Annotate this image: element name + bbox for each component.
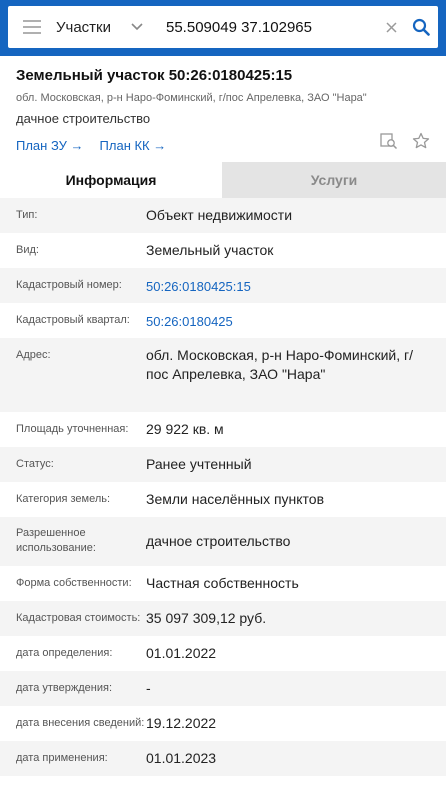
row-kind: Вид: Земельный участок	[0, 233, 446, 268]
row-status: Статус: Ранее учтенный	[0, 447, 446, 482]
row-value: 19.12.2022	[146, 715, 217, 731]
row-key: Кадастровый квартал:	[16, 314, 130, 326]
row-cadastral-number: Кадастровый номер: 50:26:0180425:15	[0, 268, 446, 303]
row-date-approved: дата утверждения: -	[0, 671, 446, 706]
row-key: дата применения:	[16, 752, 108, 764]
top-bar: Участки 55.509049 37.102965	[0, 0, 446, 56]
row-date-applied: дата применения: 01.01.2023	[0, 741, 446, 776]
row-value: дачное строительство	[146, 533, 291, 549]
parcel-links: План ЗУ → План КК →	[16, 136, 430, 154]
parcel-summary: Земельный участок 50:26:0180425:15 обл. …	[0, 56, 446, 162]
plan-kk-link[interactable]: План КК →	[100, 138, 167, 153]
cadastral-quarter-link[interactable]: 50:26:0180425	[146, 312, 446, 331]
row-cadastral-quarter: Кадастровый квартал: 50:26:0180425	[0, 303, 446, 338]
row-key: Кадастровый номер:	[16, 279, 122, 291]
row-key: Адрес:	[16, 349, 51, 361]
star-icon[interactable]	[412, 132, 430, 150]
row-key: Форма собственности:	[16, 577, 132, 589]
row-type: Тип: Объект недвижимости	[0, 198, 446, 233]
clear-icon[interactable]	[378, 6, 404, 48]
row-key: дата утверждения:	[16, 682, 113, 694]
tabs: Информация Услуги	[0, 162, 446, 198]
row-key: Тип:	[16, 209, 38, 221]
search-type-label: Участки	[56, 18, 111, 36]
row-cadastral-value: Кадастровая стоимость: 35 097 309,12 руб…	[0, 601, 446, 636]
row-value: Объект недвижимости	[146, 207, 293, 223]
tab-info[interactable]: Информация	[0, 162, 222, 198]
row-value: Частная собственность	[146, 575, 299, 591]
parcel-title: Земельный участок 50:26:0180425:15	[16, 67, 293, 84]
row-value: 01.01.2023	[146, 750, 217, 766]
zoom-to-icon[interactable]	[380, 132, 398, 150]
row-ownership: Форма собственности: Частная собственнос…	[0, 566, 446, 601]
row-address: Адрес: обл. Московская, р-н Наро-Фоминск…	[0, 338, 446, 412]
parcel-use: дачное строительство	[16, 111, 151, 126]
row-value: -	[146, 680, 151, 696]
row-key: Кадастровая стоимость:	[16, 612, 141, 624]
row-key: Разрешенное использование:	[16, 527, 96, 554]
search-type-select[interactable]: Участки	[56, 6, 160, 48]
row-value: 35 097 309,12 руб.	[146, 610, 267, 626]
parcel-actions	[380, 132, 430, 150]
row-value: Земельный участок	[146, 242, 274, 258]
chevron-down-icon	[131, 23, 143, 31]
row-value: обл. Московская, р-н Наро-Фоминский, г/п…	[146, 347, 414, 382]
info-table: Тип: Объект недвижимости Вид: Земельный …	[0, 198, 446, 776]
row-date-entered: дата внесения сведений: 19.12.2022	[0, 706, 446, 741]
search-input[interactable]: 55.509049 37.102965	[160, 19, 378, 36]
search-icon[interactable]	[404, 6, 438, 48]
row-permitted-use: Разрешенное использование: дачное строит…	[0, 517, 446, 566]
plan-zu-link[interactable]: План ЗУ →	[16, 138, 84, 153]
row-key: Вид:	[16, 244, 39, 256]
row-value: 01.01.2022	[146, 645, 217, 661]
search-box: Участки 55.509049 37.102965	[8, 6, 438, 48]
menu-icon[interactable]	[8, 6, 56, 48]
row-value: Ранее учтенный	[146, 456, 252, 472]
cadastral-number-link[interactable]: 50:26:0180425:15	[146, 277, 446, 296]
row-date-determined: дата определения: 01.01.2022	[0, 636, 446, 671]
row-land-category: Категория земель: Земли населённых пункт…	[0, 482, 446, 517]
row-value: Земли населённых пунктов	[146, 491, 325, 507]
row-key: дата определения:	[16, 647, 113, 659]
parcel-address: обл. Московская, р-н Наро-Фоминский, г/п…	[16, 92, 367, 104]
row-key: Статус:	[16, 458, 54, 470]
tab-services[interactable]: Услуги	[222, 162, 446, 198]
row-key: Площадь уточненная:	[16, 423, 129, 435]
row-area: Площадь уточненная: 29 922 кв. м	[0, 412, 446, 447]
row-key: Категория земель:	[16, 493, 111, 505]
row-value: 29 922 кв. м	[146, 421, 224, 437]
row-key: дата внесения сведений:	[16, 717, 145, 729]
